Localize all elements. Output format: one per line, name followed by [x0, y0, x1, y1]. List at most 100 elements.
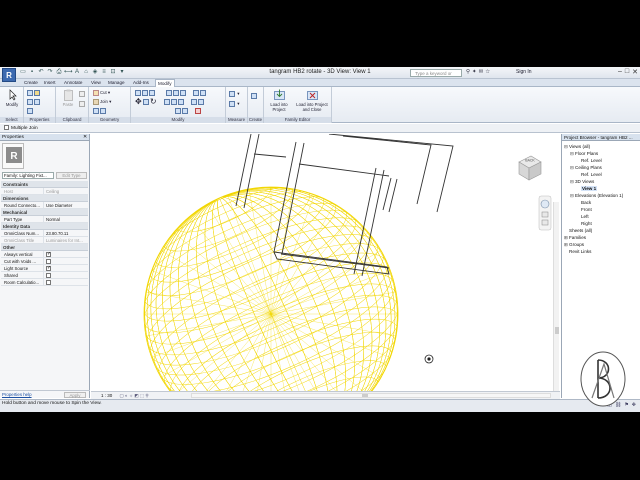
measure-icon[interactable]: ⟷: [64, 69, 73, 76]
browser-tree-item[interactable]: Ref. Level: [564, 171, 623, 178]
browser-tree-item[interactable]: View 1: [564, 185, 623, 192]
property-group-header[interactable]: Dimensions: [1, 195, 88, 202]
join-button[interactable]: Join ▾: [93, 99, 111, 105]
drag-elements-icon[interactable]: ✥: [632, 401, 636, 409]
tab-view[interactable]: View: [89, 79, 103, 87]
scroll-thumb[interactable]: [555, 327, 559, 334]
close-windows-icon[interactable]: ⊡: [109, 69, 117, 76]
property-checkbox-cell[interactable]: [44, 258, 88, 264]
zoom-icon[interactable]: [541, 219, 549, 226]
horizontal-scrollbar[interactable]: [191, 393, 551, 398]
property-value[interactable]: Luminaires for Int...: [44, 237, 88, 243]
type-properties-button[interactable]: [27, 99, 41, 105]
property-group-header[interactable]: Constraints: [1, 181, 88, 188]
browser-tree-item[interactable]: Front: [564, 206, 623, 213]
browser-tree-item[interactable]: Sheets (all): [564, 227, 623, 234]
browser-tree-item[interactable]: Ref. Level: [564, 157, 623, 164]
multiple-join-checkbox[interactable]: [4, 125, 9, 131]
navigation-bar[interactable]: [538, 195, 552, 231]
steering-wheel-icon[interactable]: [540, 199, 550, 209]
property-group-header[interactable]: Identity Data: [1, 223, 88, 230]
properties-help-link[interactable]: Properties help: [2, 392, 32, 397]
search-input[interactable]: Type a keyword or phrase: [410, 69, 462, 83]
property-checkbox-cell[interactable]: [44, 265, 88, 271]
maximize-icon[interactable]: □: [625, 68, 629, 76]
viewcube[interactable]: BACK: [518, 155, 542, 181]
property-checkbox-cell[interactable]: [44, 272, 88, 278]
minimize-icon[interactable]: –: [618, 68, 622, 76]
property-checkbox[interactable]: [46, 251, 51, 257]
property-value[interactable]: Normal: [44, 216, 88, 222]
browser-tree-item[interactable]: Back: [564, 199, 623, 206]
browser-tree-item[interactable]: ⊞Groups: [564, 241, 623, 248]
property-checkbox[interactable]: [46, 265, 51, 271]
property-value[interactable]: Use Diameter: [44, 202, 88, 208]
property-value[interactable]: 23.80.70.11: [44, 230, 88, 236]
tab-modify[interactable]: Modify: [155, 79, 175, 87]
close-icon[interactable]: ✕: [83, 134, 87, 141]
browser-tree-item[interactable]: ⊟3D Views: [564, 178, 623, 185]
modify-tools-row-3[interactable]: [135, 108, 202, 114]
view-control-icons[interactable]: ▢ ◐ ☼ ◩ ⬚ ⚲: [120, 393, 149, 398]
browser-tree-item[interactable]: ⊟Elevations (Elevation 1): [564, 192, 623, 199]
modify-button[interactable]: Modify: [1, 89, 23, 107]
communication-icon[interactable]: ✉: [479, 69, 484, 75]
sign-in-button[interactable]: Sign In: [516, 69, 532, 75]
tab-annotate[interactable]: Annotate: [62, 79, 84, 87]
open-icon[interactable]: ▭: [19, 69, 27, 76]
property-checkbox-cell[interactable]: [44, 251, 88, 257]
cut-button[interactable]: Cut ▾: [93, 90, 110, 96]
undo-icon[interactable]: ↶: [37, 69, 45, 76]
browser-tree-item[interactable]: ⊟Ceiling Plans: [564, 164, 623, 171]
paste-button[interactable]: Paste: [57, 89, 79, 107]
property-checkbox[interactable]: [46, 259, 51, 264]
create-tool-icon[interactable]: [251, 93, 258, 99]
browser-tree-item[interactable]: ⊞Families: [564, 234, 623, 241]
property-group-header[interactable]: Mechanical: [1, 209, 88, 216]
text-icon[interactable]: A: [73, 69, 81, 76]
modify-tools-row-2[interactable]: ✥ ↻: [135, 98, 205, 106]
dropdown-icon[interactable]: ▾: [118, 69, 126, 76]
dimension-tool-icon[interactable]: ▾: [229, 101, 239, 107]
property-checkbox-cell[interactable]: [44, 279, 88, 285]
property-checkbox[interactable]: [46, 273, 51, 278]
3d-view-canvas[interactable]: BACK: [91, 134, 560, 391]
property-checkbox[interactable]: [46, 280, 51, 285]
measure-tool-icon[interactable]: ▾: [229, 91, 239, 97]
copy-icon[interactable]: [79, 91, 86, 97]
binoculars-icon[interactable]: ⚲: [466, 69, 470, 75]
property-group-header[interactable]: Other: [1, 244, 88, 251]
tab-manage[interactable]: Manage: [106, 79, 127, 87]
tab-create[interactable]: Create: [22, 79, 40, 87]
match-type-icon[interactable]: [79, 101, 86, 107]
apply-button[interactable]: Apply: [64, 392, 86, 398]
pan-icon[interactable]: [541, 211, 549, 218]
browser-tree-item[interactable]: Left: [564, 213, 623, 220]
browser-tree-item[interactable]: ⊟Views (all): [564, 143, 623, 150]
property-value[interactable]: Ceiling: [44, 188, 88, 194]
tab-add-ins[interactable]: Add-Ins: [131, 79, 151, 87]
view-scale[interactable]: 1 : 30: [101, 393, 112, 398]
close-icon[interactable]: ✕: [632, 68, 638, 76]
load-and-close-button[interactable]: Load into Project and Close: [294, 89, 330, 112]
properties-button[interactable]: [27, 90, 41, 96]
print-icon[interactable]: ⎙: [55, 69, 63, 76]
family-types-button[interactable]: [27, 108, 34, 114]
favorites-icon[interactable]: ☆: [485, 69, 490, 75]
browser-tree-item[interactable]: Revit Links: [564, 248, 623, 255]
vertical-scrollbar[interactable]: [553, 202, 559, 398]
redo-icon[interactable]: ↷: [46, 69, 54, 76]
save-icon[interactable]: ▪: [28, 69, 36, 76]
section-icon[interactable]: ◈: [91, 69, 99, 76]
browser-tree-item[interactable]: Right: [564, 220, 623, 227]
tab-insert[interactable]: Insert: [42, 79, 58, 87]
3d-view-icon[interactable]: ⌂: [82, 69, 90, 76]
subscription-icon[interactable]: ✦: [472, 69, 477, 75]
load-into-project-button[interactable]: Load into Project: [267, 89, 291, 112]
browser-tree-item[interactable]: ⊟Floor Plans: [564, 150, 623, 157]
application-menu-button[interactable]: R: [2, 68, 16, 82]
edit-type-button[interactable]: Edit Type: [56, 172, 87, 179]
thin-lines-icon[interactable]: ≡: [100, 69, 108, 76]
modify-tools-row-1[interactable]: [135, 90, 207, 96]
type-selector[interactable]: Family: Lighting Fixt...: [2, 172, 54, 179]
